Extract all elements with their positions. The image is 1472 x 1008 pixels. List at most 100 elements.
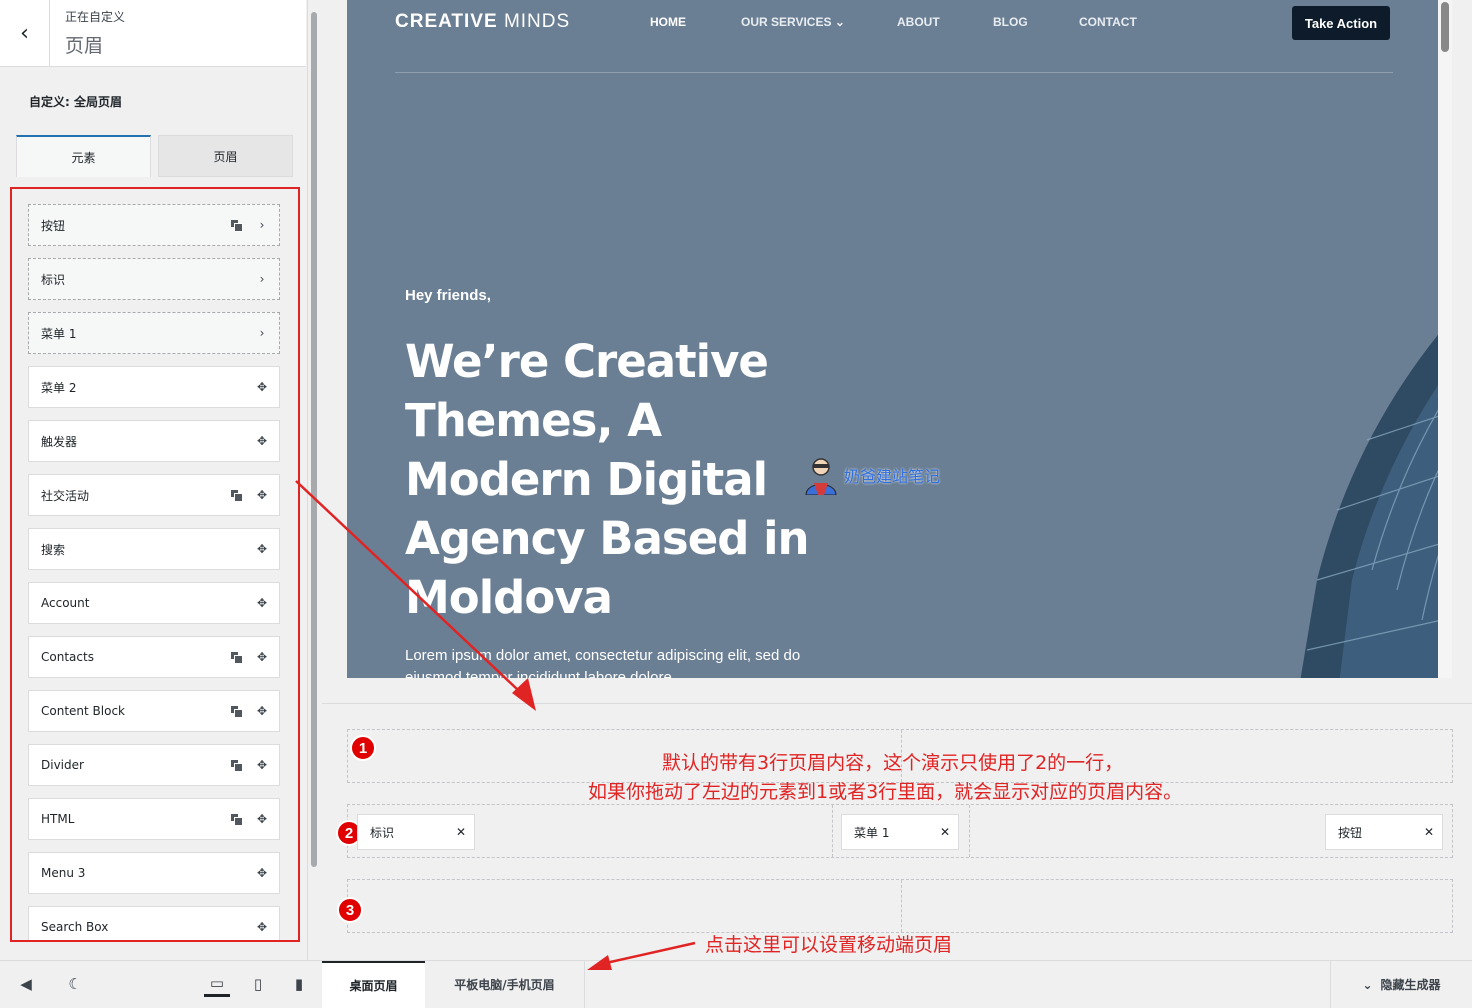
building-image (1300, 334, 1438, 678)
element-label: Divider (41, 758, 84, 772)
hero-text: Lorem ipsum dolor amet, consectetur adip… (405, 647, 801, 678)
sidebar-scrollbar-thumb[interactable] (311, 12, 317, 867)
duplicate-icon[interactable] (231, 706, 243, 718)
duplicate-icon[interactable] (231, 652, 243, 664)
drag-move-icon[interactable]: ✥ (251, 809, 273, 829)
customizer-sidebar: ‹ 正在自定义 页眉 自定义: 全局页眉 元素 页眉 按钮 › 标识 › 菜单 … (0, 0, 308, 1007)
row-badge-1: 1 (350, 735, 376, 761)
drag-move-icon[interactable]: ✥ (251, 701, 273, 721)
tab-desktop-header[interactable]: 桌面页眉 (322, 961, 425, 1008)
element-item-search[interactable]: 搜索 ✥ (28, 528, 280, 570)
element-label: HTML (41, 812, 75, 826)
placed-element-label: 按钮 (1338, 825, 1363, 840)
element-item-logo[interactable]: 标识 › (28, 258, 280, 300)
chevron-right-icon[interactable]: › (251, 323, 273, 343)
sidebar-footer: ◀ ☾ ▭ ▯ ▮ (0, 960, 322, 1007)
element-label: 菜单 1 (41, 326, 77, 341)
element-item-trigger[interactable]: 触发器 ✥ (28, 420, 280, 462)
drag-move-icon[interactable]: ✥ (251, 917, 273, 937)
duplicate-icon[interactable] (231, 490, 243, 502)
nav-link-services[interactable]: OUR SERVICES ⌄ (741, 15, 845, 29)
element-item-socials[interactable]: 社交活动 ✥ (28, 474, 280, 516)
element-label: 社交活动 (41, 488, 90, 503)
customizing-label: 正在自定义 (65, 10, 126, 24)
element-item-menu-2[interactable]: 菜单 2 ✥ (28, 366, 280, 408)
row-divider (901, 880, 902, 932)
chevron-right-icon[interactable]: › (251, 269, 273, 289)
preview-scrollbar-thumb[interactable] (1441, 2, 1449, 52)
row-badge-3: 3 (337, 897, 363, 923)
avatar-icon (805, 458, 837, 495)
element-label: 标识 (41, 272, 66, 287)
chevron-right-icon[interactable]: › (251, 215, 273, 235)
element-label: 按钮 (41, 218, 66, 233)
section-title: 自定义: 全局页眉 (29, 95, 122, 109)
placed-element-button[interactable]: 按钮 ✕ (1325, 814, 1443, 850)
row-divider (832, 805, 833, 857)
drag-move-icon[interactable]: ✥ (251, 539, 273, 559)
close-icon[interactable]: ✕ (932, 825, 958, 839)
placed-element-label: 菜单 1 (854, 825, 890, 840)
site-preview: CREATIVE MINDS HOME OUR SERVICES ⌄ ABOUT… (347, 0, 1438, 678)
drag-move-icon[interactable]: ✥ (251, 863, 273, 883)
nav-link-home[interactable]: HOME (650, 15, 686, 29)
builder-bottom-bar: 桌面页眉 平板电脑/手机页眉 ⌄ 隐藏生成器 (322, 960, 1472, 1008)
drag-move-icon[interactable]: ✥ (251, 647, 273, 667)
element-item-contacts[interactable]: Contacts ✥ (28, 636, 280, 678)
drag-move-icon[interactable]: ✥ (251, 755, 273, 775)
site-logo[interactable]: CREATIVE MINDS (395, 11, 570, 33)
element-item-content-block[interactable]: Content Block ✥ (28, 690, 280, 732)
duplicate-icon[interactable] (231, 220, 243, 232)
cta-button[interactable]: Take Action (1292, 6, 1390, 40)
builder-row-bottom[interactable] (347, 879, 1453, 933)
desktop-device-icon[interactable]: ▭ (204, 971, 230, 997)
nav-link-blog[interactable]: BLOG (993, 15, 1028, 29)
close-icon[interactable]: ✕ (1416, 825, 1442, 839)
tab-header[interactable]: 页眉 (158, 135, 293, 177)
placed-element-label: 标识 (370, 825, 395, 840)
placed-element-logo[interactable]: 标识 ✕ (357, 814, 475, 850)
element-item-button[interactable]: 按钮 › (28, 204, 280, 246)
element-item-html[interactable]: HTML ✥ (28, 798, 280, 840)
preview-scrollbar[interactable] (1438, 0, 1452, 678)
element-item-menu-1[interactable]: 菜单 1 › (28, 312, 280, 354)
drag-move-icon[interactable]: ✥ (251, 431, 273, 451)
element-label: Menu 3 (41, 866, 86, 880)
chevron-left-icon: ‹ (20, 21, 29, 46)
annotation-note-1: 默认的带有3行页眉内容，这个演示只使用了2的一行， (662, 752, 1124, 774)
row-divider (969, 805, 970, 857)
watermark: 奶爸建站笔记 (802, 455, 940, 495)
drag-move-icon[interactable]: ✥ (251, 485, 273, 505)
element-item-search-box[interactable]: Search Box ✥ (28, 906, 280, 940)
element-label: 触发器 (41, 434, 78, 449)
tab-mobile-header[interactable]: 平板电脑/手机页眉 (425, 961, 585, 1008)
close-icon[interactable]: ✕ (448, 825, 474, 839)
nav-link-contact[interactable]: CONTACT (1079, 15, 1137, 29)
dark-mode-icon[interactable]: ☾ (62, 971, 88, 997)
annotation-note-2: 如果你拖动了左边的元素到1或者3行里面，就会显示对应的页眉内容。 (588, 781, 1183, 803)
placed-element-menu-1[interactable]: 菜单 1 ✕ (841, 814, 959, 850)
tab-elements[interactable]: 元素 (16, 135, 151, 177)
hide-builder-label: 隐藏生成器 (1380, 978, 1441, 992)
elements-list: 按钮 › 标识 › 菜单 1 › 菜单 2 ✥ 触发器 ✥ 社交活动 ✥ 搜索 … (10, 187, 300, 942)
element-label: Account (41, 596, 90, 610)
sidebar-header: ‹ 正在自定义 页眉 (0, 0, 306, 67)
duplicate-icon[interactable] (231, 814, 243, 826)
hero-title: We’re Creative Themes, A Modern Digital … (405, 335, 810, 624)
nav-link-about[interactable]: ABOUT (897, 15, 940, 29)
element-label: 菜单 2 (41, 380, 77, 395)
element-item-divider[interactable]: Divider ✥ (28, 744, 280, 786)
annotation-note-mobile: 点击这里可以设置移动端页眉 (705, 934, 953, 956)
back-button[interactable]: ‹ (0, 0, 50, 67)
drag-move-icon[interactable]: ✥ (251, 593, 273, 613)
hide-builder-button[interactable]: ⌄ 隐藏生成器 (1330, 961, 1472, 1008)
element-item-menu-3[interactable]: Menu 3 ✥ (28, 852, 280, 894)
element-label: Contacts (41, 650, 94, 664)
tablet-device-icon[interactable]: ▯ (245, 971, 271, 997)
mobile-device-icon[interactable]: ▮ (286, 971, 312, 997)
duplicate-icon[interactable] (231, 760, 243, 772)
collapse-sidebar-icon[interactable]: ◀ (13, 971, 39, 997)
drag-move-icon[interactable]: ✥ (251, 377, 273, 397)
element-item-account[interactable]: Account ✥ (28, 582, 280, 624)
panel-title: 页眉 (65, 35, 104, 57)
